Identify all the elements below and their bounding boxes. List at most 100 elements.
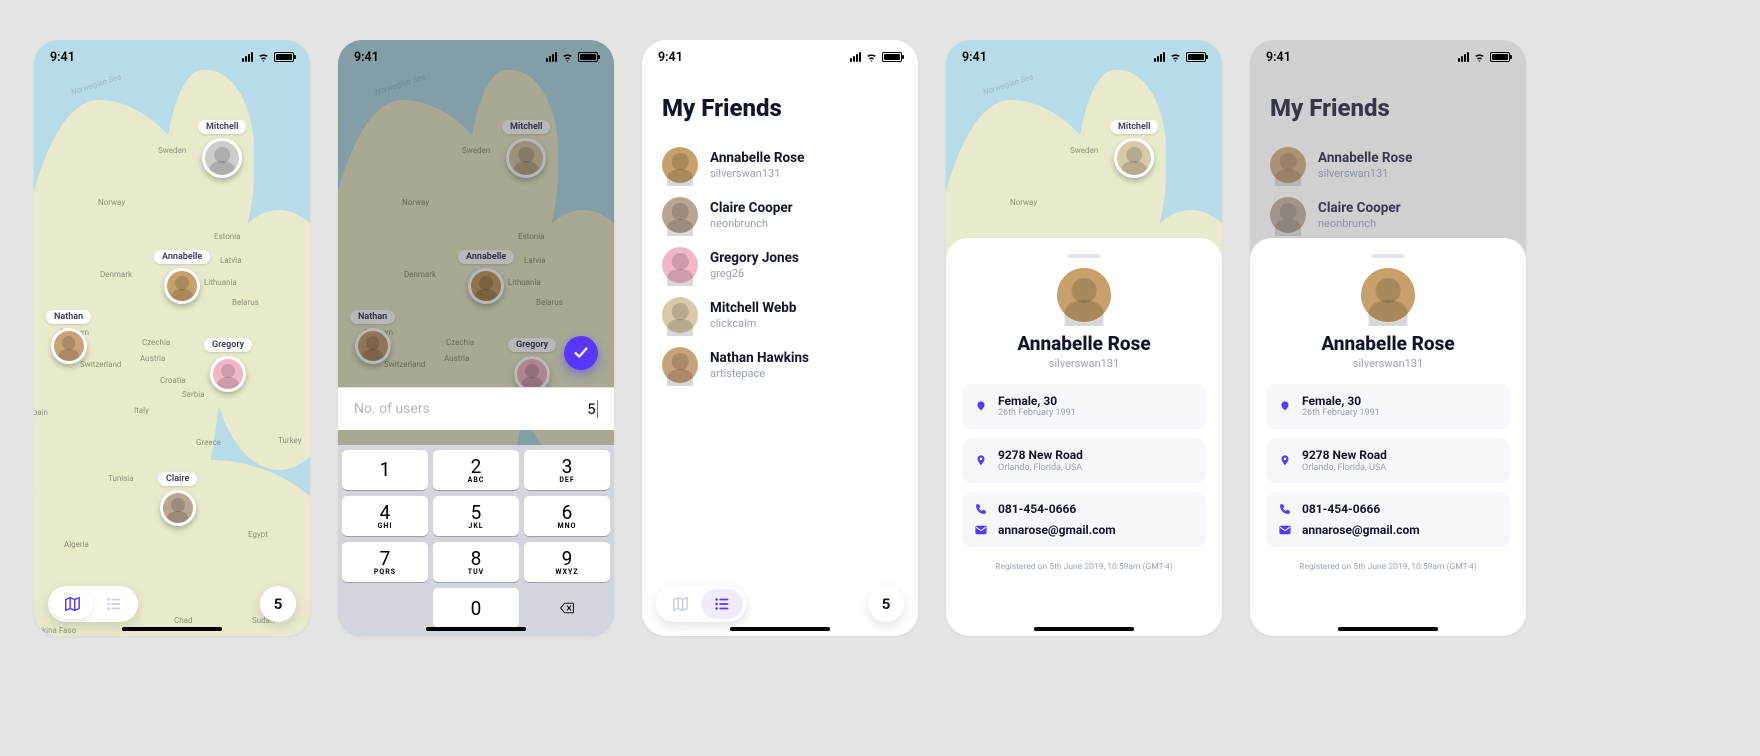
friends-count-button[interactable]: 5 <box>260 586 296 622</box>
avatar <box>202 138 242 178</box>
list-item[interactable]: Gregory Jonesgreg26 <box>662 240 898 290</box>
toggle-list[interactable] <box>93 589 135 619</box>
status-bar: 9:41 <box>338 40 614 74</box>
detail-registered: Registered on 5th June 2019, 10:59am (GM… <box>995 562 1173 572</box>
list-item[interactable]: Annabelle Rosesilverswan131 <box>662 140 898 190</box>
home-indicator[interactable] <box>122 627 222 631</box>
map-pin-gregory[interactable]: Gregory <box>204 338 252 392</box>
battery-icon <box>578 52 598 62</box>
confirm-button[interactable] <box>564 336 598 370</box>
pin-icon <box>974 454 988 468</box>
key-delete[interactable] <box>524 588 610 628</box>
wifi-icon <box>1169 52 1182 62</box>
friend-username: clickcalm <box>710 317 796 331</box>
status-bar: 9:41 <box>34 40 310 74</box>
friend-detail-sheet[interactable]: Annabelle Rose silverswan131 Female, 302… <box>946 238 1222 636</box>
user-count-input-row: No. of users 5 <box>338 387 614 430</box>
status-time: 9:41 <box>658 50 683 65</box>
friend-username: neonbrunch <box>710 217 793 231</box>
map-icon <box>671 595 689 613</box>
home-indicator[interactable] <box>1034 627 1134 631</box>
signal-icon <box>546 52 557 62</box>
country-label: Latvia <box>220 256 241 265</box>
toggle-list[interactable] <box>701 589 743 619</box>
country-label: Greece <box>196 438 221 447</box>
detail-phone[interactable]: 081-454-0666 <box>998 502 1076 516</box>
country-label: Austria <box>140 354 165 363</box>
key-9[interactable]: 9WXYZ <box>524 542 610 582</box>
list-item[interactable]: Claire Cooperneonbrunch <box>662 190 898 240</box>
friends-count-button[interactable]: 5 <box>868 586 904 622</box>
friend-username: artistepace <box>710 367 809 381</box>
home-indicator[interactable] <box>426 627 526 631</box>
list-icon <box>713 595 731 613</box>
avatar <box>662 297 698 333</box>
key-8[interactable]: 8TUV <box>433 542 519 582</box>
key-1[interactable]: 1 <box>342 450 428 490</box>
map-pin-claire[interactable]: Claire <box>158 472 197 526</box>
info-card-address: 9278 New RoadOrlando, Florida, USA <box>1266 438 1510 483</box>
screen-map: Sweden Norway Estonia Latvia Lithuania B… <box>34 40 310 636</box>
country-label: Spain <box>34 408 48 417</box>
signal-icon <box>242 52 253 62</box>
list-container: My Friends Annabelle Rosesilverswan131 C… <box>642 74 918 636</box>
detail-dob: 26th February 1991 <box>998 408 1076 419</box>
battery-icon <box>882 52 902 62</box>
detail-username: silverswan131 <box>1049 357 1119 370</box>
country-label: Croatia <box>160 376 186 385</box>
toggle-map[interactable] <box>659 589 701 619</box>
country-label: Belarus <box>232 298 259 307</box>
status-time: 9:41 <box>354 50 379 65</box>
status-time: 9:41 <box>1266 50 1291 65</box>
map[interactable]: Sweden Norway Estonia Latvia Lithuania B… <box>34 40 310 636</box>
country-label: Tunisia <box>108 474 134 483</box>
key-0[interactable]: 0 <box>433 588 519 628</box>
avatar <box>662 347 698 383</box>
page-title: My Friends <box>662 94 898 122</box>
pin-label: Mitchell <box>198 120 246 134</box>
country-label: Sweden <box>158 146 186 155</box>
mail-icon <box>1278 523 1292 537</box>
signal-icon <box>1154 52 1165 62</box>
wifi-icon <box>561 52 574 62</box>
list-item[interactable]: Mitchell Webbclickcalm <box>662 290 898 340</box>
sea-label: Norwegian Sea <box>70 72 122 97</box>
friend-name: Nathan Hawkins <box>710 350 809 367</box>
count-value: 5 <box>274 595 283 613</box>
phone-icon <box>1278 502 1292 516</box>
friend-detail-sheet[interactable]: Annabelle Rose silverswan131 Female, 302… <box>1250 238 1526 636</box>
map-pin-nathan[interactable]: Nathan <box>46 310 91 364</box>
friend-username: silverswan131 <box>710 167 804 181</box>
check-icon <box>572 344 590 362</box>
screen-input: Sweden Norway Estonia Latvia Lithuania B… <box>338 40 614 636</box>
detail-email[interactable]: annarose@gmail.com <box>998 523 1116 537</box>
sheet-handle[interactable] <box>1068 254 1100 258</box>
signal-icon <box>1458 52 1469 62</box>
key-3[interactable]: 3DEF <box>524 450 610 490</box>
sheet-handle[interactable] <box>1372 254 1404 258</box>
detail-name: Annabelle Rose <box>1321 332 1454 355</box>
country-label: Burkina Faso <box>34 626 76 635</box>
map-pin-mitchell[interactable]: Mitchell <box>1110 120 1158 178</box>
key-4[interactable]: 4GHI <box>342 496 428 536</box>
detail-username: silverswan131 <box>1353 357 1423 370</box>
map-pin-annabelle[interactable]: Annabelle <box>154 250 210 304</box>
key-5[interactable]: 5JKL <box>433 496 519 536</box>
list-item[interactable]: Nathan Hawkinsartistepace <box>662 340 898 390</box>
home-indicator[interactable] <box>730 627 830 631</box>
home-indicator[interactable] <box>1338 627 1438 631</box>
key-2[interactable]: 2ABC <box>433 450 519 490</box>
avatar <box>51 328 87 364</box>
info-card-contact: 081-454-0666 annarose@gmail.com <box>1266 492 1510 547</box>
avatar <box>1361 268 1415 322</box>
key-6[interactable]: 6MNO <box>524 496 610 536</box>
country-label: Norway <box>98 198 125 207</box>
detail-street: 9278 New Road <box>998 448 1083 462</box>
key-7[interactable]: 7PQRS <box>342 542 428 582</box>
list-icon <box>105 595 123 613</box>
friend-name: Gregory Jones <box>710 250 799 267</box>
toggle-map[interactable] <box>51 589 93 619</box>
input-value[interactable]: 5 <box>587 400 598 418</box>
map-pin-mitchell[interactable]: Mitchell <box>198 120 246 178</box>
friend-name: Mitchell Webb <box>710 300 796 317</box>
